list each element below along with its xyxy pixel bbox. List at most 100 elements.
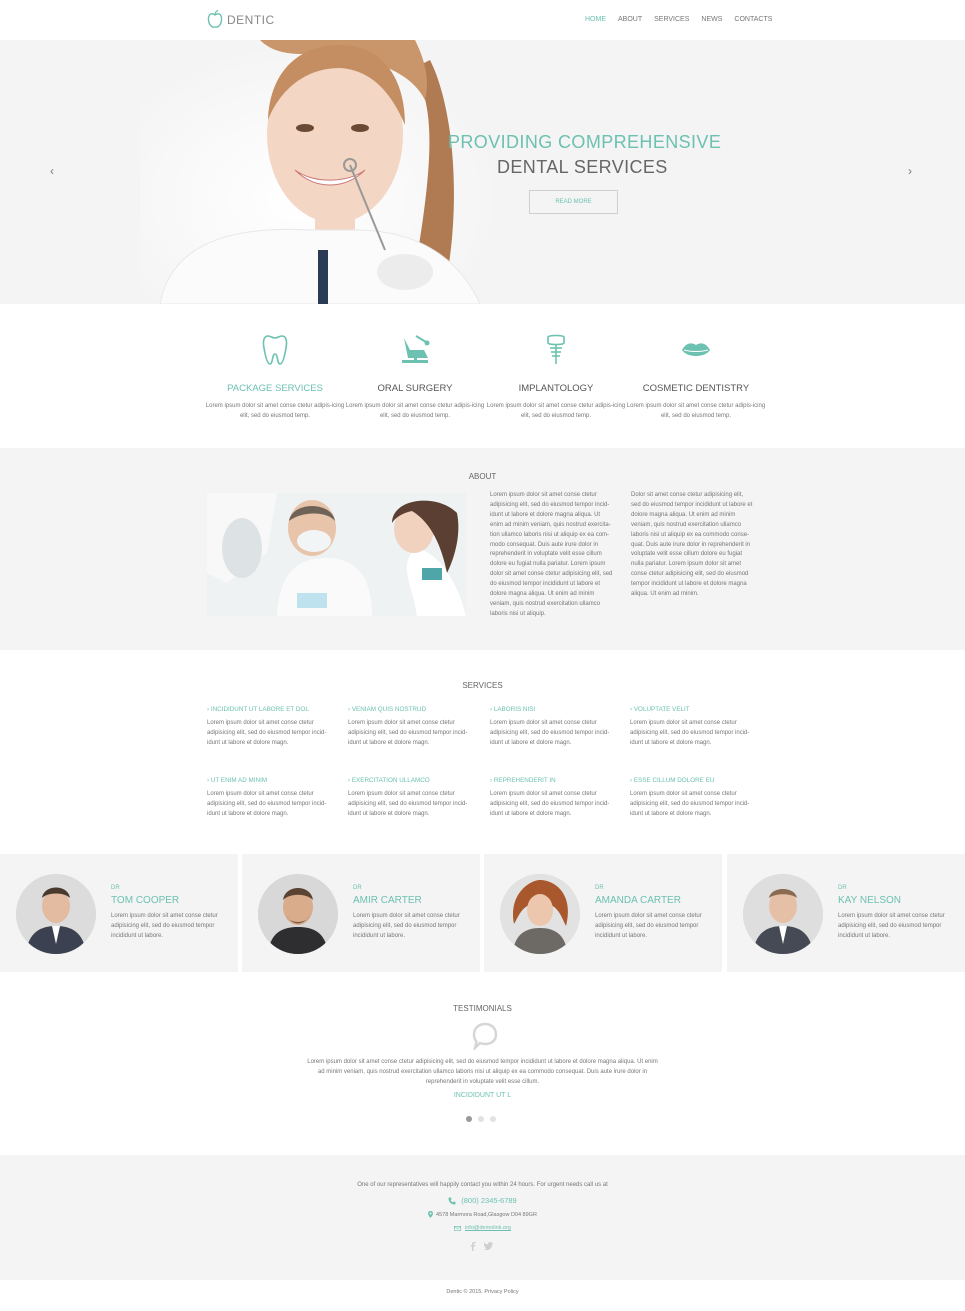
service-item: › VENIAM QUIS NOSTRUD Lorem ipsum dolor …	[348, 706, 478, 748]
social-links	[470, 1242, 493, 1251]
nav-services[interactable]: SERVICES	[654, 16, 689, 23]
member-role: DR	[353, 885, 362, 891]
service-item: › EXERCITATION ULLAMCO Lorem ipsum dolor…	[348, 777, 478, 819]
hero-title-line2: DENTAL SERVICES	[497, 157, 668, 177]
pagination-dot[interactable]	[466, 1116, 472, 1122]
testimonials-section: TESTIMONIALS Lorem ipsum dolor sit amet …	[0, 972, 965, 1155]
feature-title: COSMETIC DENTISTRY	[642, 383, 750, 394]
speech-bubble-icon	[472, 1022, 498, 1050]
contact-email[interactable]: info@demolink.org	[0, 1225, 965, 1231]
service-item: › REPREHENDERIT IN Lorem ipsum dolor sit…	[490, 777, 620, 819]
member-name: AMIR CARTER	[353, 895, 422, 906]
lips-icon	[682, 343, 710, 356]
avatar	[16, 874, 96, 954]
contact-phone[interactable]: (800) 2345-6789	[0, 1196, 965, 1205]
feature-implantology: IMPLANTOLOGY Lorem ipsum dolor sit amet …	[486, 334, 626, 421]
testimonials-title: TESTIMONIALS	[453, 1004, 512, 1013]
service-title-link[interactable]: › REPREHENDERIT IN	[490, 777, 620, 784]
service-title-link[interactable]: › VOLUPTATE VELIT	[630, 706, 760, 713]
main-nav: HOME ABOUT SERVICES NEWS CONTACTS	[585, 16, 772, 23]
service-title-link[interactable]: › INCIDIDUNT UT LABORE ET DOL	[207, 706, 337, 713]
services-section: SERVICES › INCIDIDUNT UT LABORE ET DOL L…	[0, 650, 965, 854]
service-title-link[interactable]: › VENIAM QUIS NOSTRUD	[348, 706, 478, 713]
member-text: Lorem ipsum dolor sit amet conse ctetur …	[111, 913, 218, 939]
service-text: Lorem ipsum dolor sit amet conse ctetur …	[490, 791, 610, 817]
avatar	[500, 874, 580, 954]
hero-slider: PROVIDING COMPREHENSIVE DENTAL SERVICES …	[0, 40, 965, 304]
footer-copyright[interactable]: Dentic © 2015. Privacy Policy	[0, 1289, 965, 1295]
feature-text: Lorem ipsum dolor sit amet conse ctetur …	[205, 403, 345, 419]
feature-title: IMPLANTOLOGY	[518, 383, 594, 394]
team-member-card[interactable]: DR AMIR CARTER Lorem ipsum dolor sit ame…	[242, 854, 480, 972]
contact-section: One of our representatives will happily …	[0, 1155, 965, 1280]
features-section: PACKAGE SERVICES Lorem ipsum dolor sit a…	[0, 304, 965, 448]
testimonial-pagination	[466, 1116, 496, 1122]
map-pin-icon	[428, 1211, 434, 1218]
twitter-icon[interactable]	[484, 1242, 493, 1250]
service-text: Lorem ipsum dolor sit amet conse ctetur …	[207, 720, 327, 746]
about-title: ABOUT	[468, 472, 497, 481]
feature-text: Lorem ipsum dolor sit amet conse ctetur …	[486, 403, 626, 419]
service-title-link[interactable]: › EXERCITATION ULLAMCO	[348, 777, 478, 784]
member-role: DR	[838, 885, 847, 891]
service-text: Lorem ipsum dolor sit amet conse ctetur …	[348, 791, 468, 817]
pagination-dot[interactable]	[490, 1116, 496, 1122]
nav-home[interactable]: HOME	[585, 16, 606, 23]
logo[interactable]: DENTIC	[207, 9, 275, 31]
service-item: › INCIDIDUNT UT LABORE ET DOL Lorem ipsu…	[207, 706, 337, 748]
service-text: Lorem ipsum dolor sit amet conse ctetur …	[630, 720, 750, 746]
mail-icon	[454, 1225, 462, 1231]
avatar	[743, 874, 823, 954]
read-more-button[interactable]: READ MORE	[529, 190, 618, 214]
nav-contacts[interactable]: CONTACTS	[734, 16, 772, 23]
email-link[interactable]: info@demolink.org	[465, 1225, 511, 1231]
testimonial-author: INCIDIDUNT UT L	[453, 1092, 512, 1099]
service-item: › VOLUPTATE VELIT Lorem ipsum dolor sit …	[630, 706, 760, 748]
about-dentist-photo	[207, 493, 466, 616]
about-section: ABOUT Lorem ipsum dolor sit amet conse c…	[0, 448, 965, 650]
feature-text: Lorem ipsum dolor sit amet conse ctetur …	[626, 403, 766, 419]
slider-next-arrow-icon[interactable]: ›	[908, 164, 912, 178]
avatar	[258, 874, 338, 954]
facebook-icon[interactable]	[470, 1242, 476, 1251]
service-item: › ESSE CILLUM DOLORE EU Lorem ipsum dolo…	[630, 777, 760, 819]
dental-implant-icon	[547, 334, 565, 364]
service-title-link[interactable]: › LABORIS NISI	[490, 706, 620, 713]
hero-dentist-photo	[140, 40, 490, 304]
team-section: DR TOM COOPER Lorem ipsum dolor sit amet…	[0, 854, 965, 972]
service-text: Lorem ipsum dolor sit amet conse ctetur …	[490, 720, 610, 746]
phone-number: (800) 2345-6789	[461, 1196, 517, 1205]
slider-prev-arrow-icon[interactable]: ‹	[50, 164, 54, 178]
logo-text: DENTIC	[227, 13, 275, 27]
member-text: Lorem ipsum dolor sit amet conse ctetur …	[353, 913, 460, 939]
services-title: SERVICES	[462, 681, 503, 690]
service-title-link[interactable]: › UT ENIM AD MINIM	[207, 777, 337, 784]
team-member-card[interactable]: DR TOM COOPER Lorem ipsum dolor sit amet…	[0, 854, 238, 972]
testimonial-text: Lorem ipsum dolor sit amet conse ctetur …	[307, 1059, 658, 1085]
feature-package-services: PACKAGE SERVICES Lorem ipsum dolor sit a…	[205, 334, 345, 421]
site-footer: Dentic © 2015. Privacy Policy	[0, 1280, 965, 1311]
member-name: TOM COOPER	[111, 895, 180, 906]
nav-about[interactable]: ABOUT	[618, 16, 642, 23]
service-text: Lorem ipsum dolor sit amet conse ctetur …	[630, 791, 750, 817]
feature-cosmetic-dentistry: COSMETIC DENTISTRY Lorem ipsum dolor sit…	[626, 334, 766, 421]
phone-icon	[448, 1197, 456, 1204]
member-role: DR	[595, 885, 604, 891]
service-title-link[interactable]: › ESSE CILLUM DOLORE EU	[630, 777, 760, 784]
member-text: Lorem ipsum dolor sit amet conse ctetur …	[838, 913, 945, 939]
pagination-dot[interactable]	[478, 1116, 484, 1122]
about-text-col1: Lorem ipsum dolor sit amet conse ctetur …	[490, 492, 613, 617]
team-member-card[interactable]: DR AMANDA CARTER Lorem ipsum dolor sit a…	[484, 854, 722, 972]
nav-news[interactable]: NEWS	[701, 16, 722, 23]
team-member-card[interactable]: DR KAY NELSON Lorem ipsum dolor sit amet…	[727, 854, 965, 972]
about-text-col2: Dolor sit amet conse ctetur adipisicing …	[631, 492, 753, 598]
contact-intro: One of our representatives will happily …	[357, 1182, 608, 1188]
site-header: DENTIC HOME ABOUT SERVICES NEWS CONTACTS	[0, 0, 965, 40]
service-item: › UT ENIM AD MINIM Lorem ipsum dolor sit…	[207, 777, 337, 819]
member-name: KAY NELSON	[838, 895, 901, 906]
service-item: › LABORIS NISI Lorem ipsum dolor sit ame…	[490, 706, 620, 748]
feature-title: PACKAGE SERVICES	[227, 383, 323, 394]
address-text: 4578 Marmora Road,Glasgow D04 89GR	[436, 1211, 537, 1218]
service-text: Lorem ipsum dolor sit amet conse ctetur …	[207, 791, 327, 817]
service-text: Lorem ipsum dolor sit amet conse ctetur …	[348, 720, 468, 746]
